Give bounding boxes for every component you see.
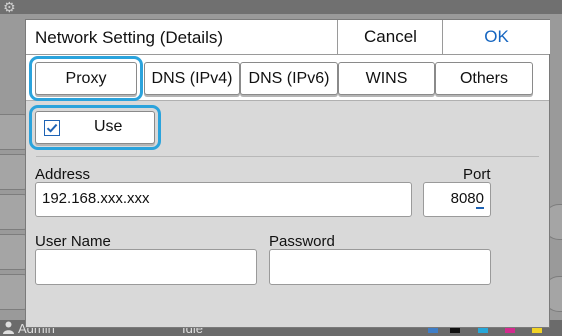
background-top-bar: ⚙	[0, 0, 562, 14]
tab-dns-ipv4[interactable]: DNS (IPv4)	[144, 62, 240, 95]
dialog-title: Network Setting (Details)	[35, 28, 224, 47]
gear-icon: ⚙	[3, 0, 16, 15]
username-input[interactable]	[35, 249, 257, 285]
address-label: Address	[35, 166, 91, 183]
tab-wins[interactable]: WINS	[338, 62, 435, 95]
dialog-header: Network Setting (Details) Cancel OK	[26, 20, 550, 55]
port-input[interactable]: 8080	[423, 182, 491, 217]
port-cursor-digit: 0	[475, 190, 484, 209]
password-input[interactable]	[269, 249, 491, 285]
address-value: 192.168.xxx.xxx	[42, 190, 150, 207]
ok-button[interactable]: OK	[442, 20, 550, 54]
tab-others[interactable]: Others	[435, 62, 533, 95]
password-label: Password	[269, 233, 335, 250]
use-checkbox[interactable]	[44, 120, 60, 136]
port-value: 808	[450, 190, 476, 207]
divider	[36, 156, 539, 157]
tab-proxy[interactable]: Proxy	[29, 56, 143, 101]
network-setting-dialog: Network Setting (Details) Cancel OK Prox…	[25, 19, 550, 328]
address-input[interactable]: 192.168.xxx.xxx	[35, 182, 412, 217]
checkmark-icon	[46, 123, 58, 133]
use-row: Use	[26, 101, 549, 157]
use-checkbox-button[interactable]: Use	[29, 105, 161, 150]
cancel-button[interactable]: Cancel	[337, 20, 443, 54]
tab-dns-ipv6[interactable]: DNS (IPv6)	[240, 62, 338, 95]
tab-bar: Proxy DNS (IPv4) DNS (IPv6) WINS Others	[26, 55, 549, 101]
use-label: Use	[94, 118, 123, 135]
port-label: Port	[463, 166, 491, 183]
user-icon	[3, 321, 14, 334]
username-label: User Name	[35, 233, 111, 250]
